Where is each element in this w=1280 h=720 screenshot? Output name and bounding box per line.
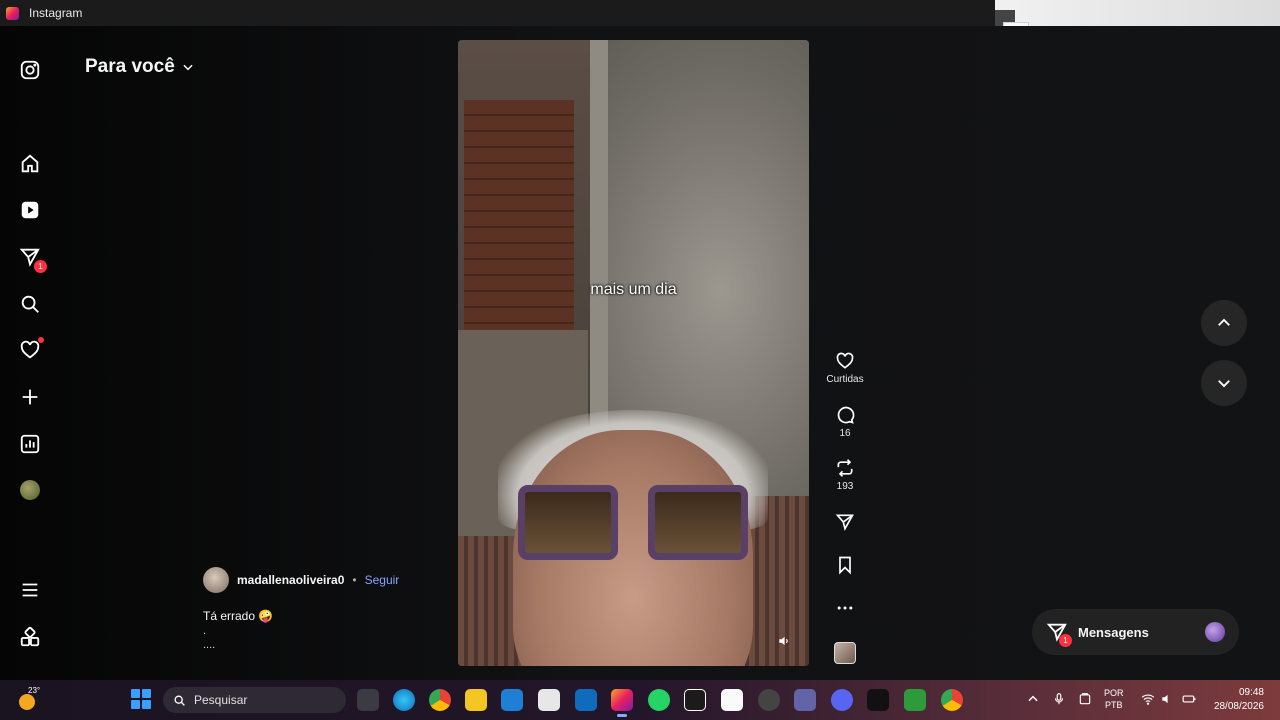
separator-dot: • bbox=[352, 573, 357, 587]
windows-taskbar: 23° Pesquisar POR PTB 09:48 28/08/2026 bbox=[0, 680, 1280, 720]
comments-count: 16 bbox=[839, 428, 851, 439]
post-info: madallenaoliveira0 • Seguir Tá errado 🤪 … bbox=[203, 567, 443, 651]
tiktok-icon[interactable] bbox=[867, 689, 889, 711]
reel-video[interactable]: mais um dia bbox=[458, 40, 809, 666]
create-plus-icon[interactable] bbox=[18, 385, 42, 409]
direct-messages-icon[interactable]: 1 bbox=[18, 245, 47, 273]
keyboard-layout: PTB bbox=[1105, 700, 1123, 710]
also-from-meta-icon[interactable] bbox=[18, 625, 42, 649]
post-caption-more[interactable]: .... bbox=[203, 639, 443, 651]
tray-chevron-icon[interactable] bbox=[1026, 692, 1040, 706]
search-icon[interactable] bbox=[18, 292, 42, 316]
post-caption: Tá errado 🤪 bbox=[203, 609, 274, 623]
likes-label: Curtidas bbox=[826, 374, 864, 385]
clipboard-icon[interactable] bbox=[1078, 692, 1092, 706]
more-menu-icon[interactable] bbox=[18, 578, 42, 602]
file-icon[interactable] bbox=[721, 689, 743, 711]
input-language[interactable]: POR PTB bbox=[1104, 687, 1124, 711]
repost-icon bbox=[837, 459, 853, 477]
messages-pill-badge: 1 bbox=[1059, 634, 1072, 647]
file-explorer-icon[interactable] bbox=[465, 689, 487, 711]
edge-icon[interactable] bbox=[393, 689, 415, 711]
more-horizontal-icon bbox=[837, 606, 853, 610]
sidebar: 1 bbox=[0, 26, 60, 680]
windows-start-icon[interactable] bbox=[131, 689, 151, 709]
direct-icon: 1 bbox=[1046, 621, 1072, 647]
vscode-icon[interactable] bbox=[501, 689, 523, 711]
store-icon[interactable] bbox=[538, 689, 560, 711]
temperature: 23° bbox=[28, 686, 41, 695]
chevron-down-icon bbox=[1218, 380, 1230, 388]
weather-sun-icon bbox=[19, 694, 35, 710]
author-avatar[interactable] bbox=[203, 567, 229, 593]
messages-pill[interactable]: 1 Mensagens bbox=[1032, 609, 1239, 655]
author-username[interactable]: madallenaoliveira0 bbox=[237, 573, 344, 587]
discord-icon[interactable] bbox=[831, 689, 853, 711]
weather-widget[interactable]: 23° bbox=[16, 686, 41, 712]
utorrent-icon[interactable] bbox=[904, 689, 926, 711]
clock-date: 28/08/2026 bbox=[1213, 701, 1264, 712]
chevron-up-icon bbox=[1218, 318, 1230, 326]
heart-icon bbox=[836, 352, 854, 369]
previous-reel-button[interactable] bbox=[1201, 300, 1247, 346]
feed-selector[interactable]: Para você bbox=[85, 56, 195, 78]
repost-action[interactable]: 193 bbox=[820, 458, 870, 492]
instagram-app-icon bbox=[6, 6, 19, 20]
messages-label: Mensagens bbox=[1078, 624, 1149, 640]
whatsapp-icon[interactable] bbox=[648, 689, 670, 711]
instagram-taskbar-icon[interactable] bbox=[611, 689, 633, 717]
battery-icon[interactable] bbox=[1182, 692, 1196, 706]
chrome-icon[interactable] bbox=[429, 689, 451, 711]
wifi-icon[interactable] bbox=[1141, 692, 1155, 706]
instagram-app: 1 Para você mais um dia Curtidas 16 193 … bbox=[0, 26, 1280, 680]
messages-avatar bbox=[1205, 622, 1225, 642]
follow-link[interactable]: Seguir bbox=[365, 573, 400, 587]
taskbar-search-label: Pesquisar bbox=[194, 693, 248, 707]
task-view-icon[interactable] bbox=[357, 689, 379, 711]
search-icon bbox=[174, 694, 185, 706]
volume-icon[interactable] bbox=[777, 634, 791, 648]
obs-icon[interactable] bbox=[758, 689, 780, 711]
comment-icon bbox=[837, 406, 855, 424]
bookmark-icon bbox=[839, 556, 851, 575]
more-options-action[interactable] bbox=[820, 598, 870, 618]
notification-dot bbox=[38, 337, 44, 343]
clock-time: 09:48 bbox=[1238, 687, 1264, 698]
reels-icon[interactable] bbox=[18, 198, 42, 222]
outlook-icon[interactable] bbox=[575, 689, 597, 711]
share-icon bbox=[835, 514, 854, 531]
save-action[interactable] bbox=[820, 555, 870, 575]
comment-action[interactable]: 16 bbox=[820, 405, 870, 439]
profile-avatar[interactable] bbox=[18, 478, 42, 502]
video-caption-text: mais um dia bbox=[590, 281, 677, 298]
window-title: Instagram bbox=[29, 6, 83, 20]
dashboard-icon[interactable] bbox=[18, 432, 42, 456]
next-reel-button[interactable] bbox=[1201, 360, 1247, 406]
share-action[interactable] bbox=[820, 512, 870, 532]
instagram-logo-icon[interactable] bbox=[18, 58, 42, 82]
audio-thumbnail[interactable] bbox=[820, 642, 870, 664]
messages-badge: 1 bbox=[34, 260, 47, 273]
language-code: POR bbox=[1104, 688, 1124, 698]
taskbar-clock[interactable]: 09:48 28/08/2026 bbox=[1214, 686, 1264, 714]
teams-icon[interactable] bbox=[794, 689, 816, 711]
post-caption-line2: . bbox=[203, 625, 207, 637]
taskbar-search[interactable]: Pesquisar bbox=[163, 687, 346, 713]
home-icon[interactable] bbox=[18, 152, 42, 176]
chrome-alt-icon[interactable] bbox=[941, 689, 963, 711]
microphone-icon[interactable] bbox=[1052, 692, 1066, 706]
reposts-count: 193 bbox=[836, 481, 854, 492]
speaker-icon[interactable] bbox=[1160, 692, 1174, 706]
feed-title: Para você bbox=[85, 56, 175, 77]
capcut-icon[interactable] bbox=[684, 689, 706, 711]
like-action[interactable]: Curtidas bbox=[820, 351, 870, 385]
notifications-heart-icon[interactable] bbox=[18, 337, 44, 362]
chevron-down-icon bbox=[183, 64, 193, 71]
